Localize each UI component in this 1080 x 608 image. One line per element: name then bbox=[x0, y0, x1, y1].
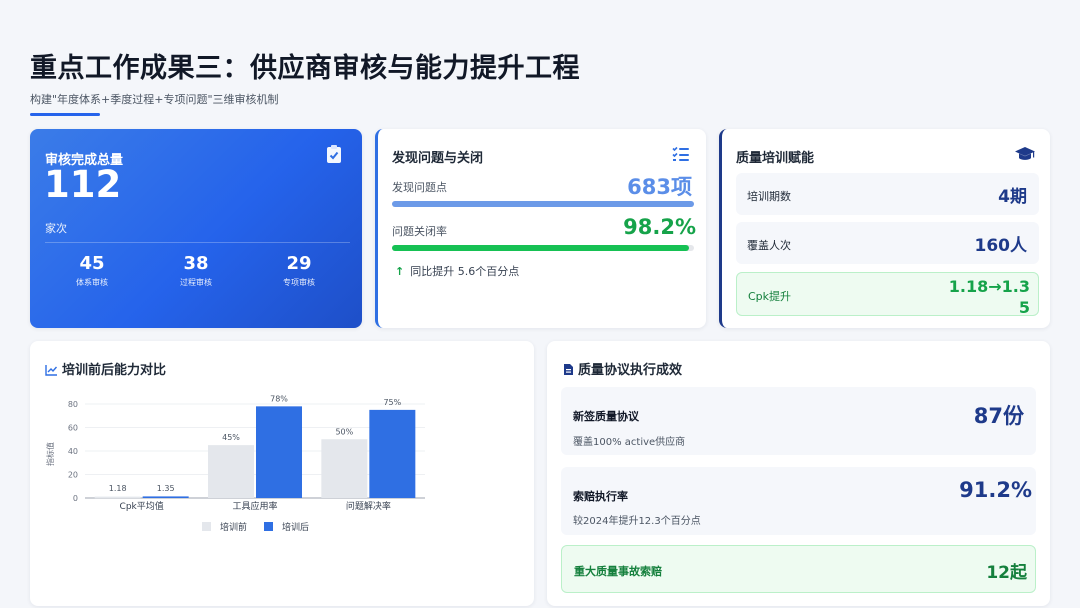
agreement-row-claim-rate: 索赔执行率 较2024年提升12.3个百分点 91.2% bbox=[561, 467, 1036, 535]
issues-close-label: 问题关闭率 bbox=[392, 225, 447, 238]
bar-before bbox=[321, 439, 368, 498]
audit-total-card: 审核完成总量 112 家次 45 体系审核 38 过程审核 29 专项审核 bbox=[30, 129, 362, 328]
y-tick-label: 60 bbox=[68, 424, 78, 433]
audit-stat-system: 45 体系审核 bbox=[47, 253, 137, 288]
agreement-row-title: 新签质量协议 bbox=[573, 410, 639, 423]
checklist-icon bbox=[672, 146, 689, 161]
agreement-row-sub: 覆盖100% active供应商 bbox=[573, 437, 686, 448]
bar-data-label: 1.18 bbox=[109, 484, 127, 493]
audit-total-value: 112 bbox=[44, 163, 122, 206]
agreement-title-text: 质量协议执行成效 bbox=[578, 363, 683, 378]
page-title: 重点工作成果三：供应商审核与能力提升工程 bbox=[30, 53, 580, 84]
training-row-cpk: Cpk提升 1.18→1.35 bbox=[736, 272, 1039, 317]
training-row-value: 4期 bbox=[998, 187, 1027, 207]
issues-found-bar bbox=[392, 201, 694, 207]
agreement-card: 质量协议执行成效 新签质量协议 覆盖100% active供应商 87份 索赔执… bbox=[547, 341, 1050, 606]
training-row-sessions: 培训期数 4期 bbox=[736, 173, 1039, 215]
chart-card: 0 20 40 60 80 指标值 1.18 1.35 Cpk平均值 45% 78% 工具应用率 50%… bbox=[30, 341, 534, 606]
bar-before bbox=[94, 496, 141, 499]
issues-close-value: 98.2% bbox=[623, 215, 696, 239]
training-card: 质量培训赋能 培训期数 4期 覆盖人次 160人 Cpk提升 1.18→1.35 bbox=[719, 129, 1050, 328]
chart-title-text: 培训前后能力对比 bbox=[62, 363, 167, 378]
bar-data-label: 45% bbox=[222, 433, 240, 442]
agreement-row-sub: 较2024年提升12.3个百分点 bbox=[573, 516, 701, 527]
issues-yoy: ↑ 同比提升 5.6个百分点 bbox=[395, 263, 519, 279]
bar-chart: 0 20 40 60 80 指标值 1.18 1.35 Cpk平均值 45% 78% 工具应用率 50%… bbox=[45, 394, 425, 533]
training-row-label: Cpk提升 bbox=[748, 290, 792, 303]
audit-stat-label: 体系审核 bbox=[76, 278, 108, 287]
agreement-title: 质量协议执行成效 bbox=[563, 359, 682, 378]
title-underline bbox=[30, 113, 100, 116]
clipboard-check-icon bbox=[327, 145, 341, 163]
agreement-row-title: 重大质量事故索赔 bbox=[574, 565, 662, 578]
graduation-cap-icon bbox=[1015, 147, 1035, 160]
bar-before bbox=[208, 445, 254, 498]
audit-stat-value: 29 bbox=[286, 253, 312, 274]
y-tick-label: 0 bbox=[73, 494, 78, 503]
x-tick-label: 问题解决率 bbox=[346, 500, 391, 512]
arrow-up-icon: ↑ bbox=[395, 265, 405, 278]
y-axis-label: 指标值 bbox=[45, 442, 55, 466]
agreement-row-value: 91.2% bbox=[959, 478, 1032, 502]
audit-stat-process: 38 过程审核 bbox=[151, 253, 241, 288]
audit-divider bbox=[45, 242, 350, 243]
audit-stat-label: 过程审核 bbox=[180, 278, 212, 287]
y-tick-label: 80 bbox=[68, 400, 78, 409]
audit-stat-value: 38 bbox=[183, 253, 209, 274]
audit-stat-label: 专项审核 bbox=[283, 278, 315, 287]
agreement-row-title: 索赔执行率 bbox=[573, 490, 628, 503]
legend-swatch bbox=[264, 522, 273, 531]
audit-total-unit: 家次 bbox=[45, 222, 67, 235]
y-tick-label: 40 bbox=[68, 447, 78, 456]
bar-after bbox=[369, 409, 416, 498]
training-row-label: 培训期数 bbox=[747, 190, 791, 203]
audit-stat-value: 45 bbox=[79, 253, 105, 274]
issues-yoy-text: 同比提升 5.6个百分点 bbox=[410, 265, 520, 278]
training-row-value: 160人 bbox=[974, 236, 1028, 256]
x-tick-label: Cpk平均值 bbox=[120, 500, 164, 512]
bar-data-label: 78% bbox=[270, 394, 288, 403]
chart-title: 培训前后能力对比 bbox=[45, 359, 166, 378]
agreement-row-new: 新签质量协议 覆盖100% active供应商 87份 bbox=[561, 387, 1036, 455]
legend-swatch bbox=[202, 522, 211, 531]
issues-close-bar bbox=[392, 245, 694, 251]
bar-data-label: 75% bbox=[383, 398, 401, 407]
issues-found-value: 683项 bbox=[627, 175, 692, 199]
bar-data-label: 50% bbox=[335, 427, 353, 436]
issues-card: 发现问题与关闭 发现问题点 683项 问题关闭率 98.2% ↑ 同比提升 5.6… bbox=[375, 129, 706, 328]
y-tick-label: 20 bbox=[68, 471, 78, 480]
line-chart-icon bbox=[45, 365, 58, 376]
page-subtitle: 构建"年度体系+季度过程+专项问题"三维审核机制 bbox=[30, 93, 279, 106]
bar-after bbox=[142, 496, 189, 498]
legend-label: 培训后 bbox=[282, 521, 309, 533]
legend-label: 培训前 bbox=[220, 521, 247, 533]
agreement-row-value: 87份 bbox=[973, 404, 1024, 428]
issues-close-bar-fill bbox=[392, 245, 689, 251]
document-icon bbox=[564, 364, 573, 375]
training-row-coverage: 覆盖人次 160人 bbox=[736, 222, 1039, 264]
training-row-value: 1.18→1.35 bbox=[948, 277, 1030, 317]
bar-data-label: 1.35 bbox=[157, 484, 175, 493]
issues-title: 发现问题与关闭 bbox=[392, 151, 484, 166]
agreement-row-value: 12起 bbox=[986, 563, 1027, 583]
training-row-label: 覆盖人次 bbox=[747, 239, 791, 252]
issues-found-bar-fill bbox=[392, 201, 694, 207]
issues-found-label: 发现问题点 bbox=[392, 181, 447, 194]
training-title: 质量培训赋能 bbox=[736, 151, 815, 166]
audit-stat-special: 29 专项审核 bbox=[254, 253, 344, 288]
x-tick-label: 工具应用率 bbox=[232, 500, 277, 512]
bar-after bbox=[256, 406, 302, 498]
agreement-row-major-claims: 重大质量事故索赔 12起 bbox=[561, 545, 1036, 593]
